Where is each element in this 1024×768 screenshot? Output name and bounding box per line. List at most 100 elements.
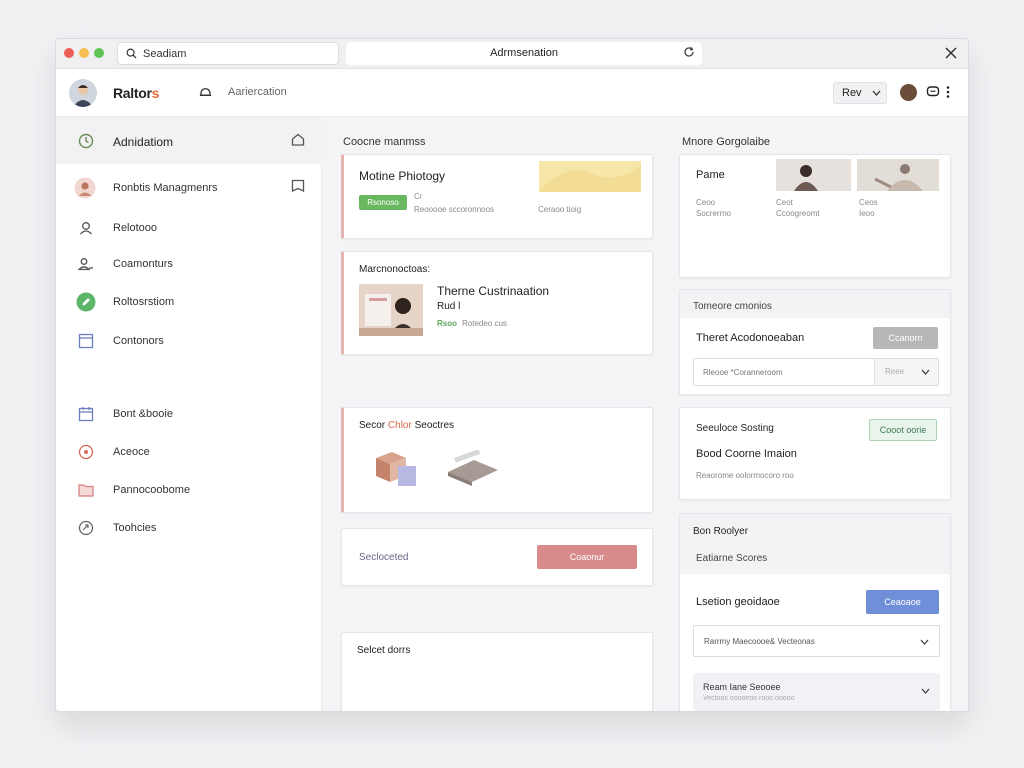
sidebar-item-8[interactable]: Pannocoobome xyxy=(56,483,322,523)
close-icon[interactable] xyxy=(944,46,958,60)
template-input[interactable]: Rleooe *Coranneroom Reee xyxy=(693,358,939,386)
card-heading: Seeuloce Sosting xyxy=(696,423,774,434)
card-label: Secor Chlor Seoctres xyxy=(359,420,454,431)
right-section-heading: Mnore Gorgolaibe xyxy=(682,136,771,148)
template-input-text: Rleooe *Coranneroom xyxy=(703,368,783,377)
main-content: Coocne manmss Mnore Gorgolaibe Motine Ph… xyxy=(322,117,968,711)
close-window-button[interactable] xyxy=(64,48,74,58)
sidebar-item-label: Pannocoobome xyxy=(113,484,191,496)
sidebar-item-1[interactable]: Ronbtis Managmenrs xyxy=(56,164,322,210)
sidebar-item-7[interactable]: Aceoce xyxy=(56,444,322,485)
calendar-icon xyxy=(78,407,94,422)
sidebar-item-9[interactable]: Toohcies xyxy=(56,520,322,561)
edit-icon xyxy=(76,292,96,312)
app-window: Seadiam Adrmsenation Raltors Aariercatio… xyxy=(55,38,969,712)
card-label: Selcet dorrs xyxy=(357,645,411,656)
user-avatar[interactable] xyxy=(69,79,97,107)
device-illustration xyxy=(448,450,498,486)
card-title: Theret Acodonoeaban xyxy=(696,332,805,344)
template-card: Tomeore cmonios Theret Acodonoeaban Ccan… xyxy=(679,289,951,395)
app-header: Raltors Aariercation Rev xyxy=(56,69,968,117)
card-label-rest: Seoctres xyxy=(414,420,455,431)
gallery-title: Pame xyxy=(696,169,725,181)
tag-icon xyxy=(78,520,94,536)
status-badge: Rsoo xyxy=(437,319,457,328)
card-label-accent: Chlor xyxy=(387,420,412,431)
target-icon xyxy=(78,444,94,460)
gallery-image-1 xyxy=(776,159,851,191)
sidebar-item-label: Adnidatiom xyxy=(113,135,174,149)
gallery-col-b: Ccoogreomt xyxy=(776,209,820,218)
sidebar-item-2[interactable]: Relotooo xyxy=(56,210,322,246)
team-select-subtitle: Vectoos ooooeoo rooo ooooo xyxy=(703,695,795,702)
sidebar-item-label: Aceoce xyxy=(113,446,150,458)
clock-icon xyxy=(78,133,94,149)
sidebar-item-label: Toohcies xyxy=(113,522,157,534)
more-options-icon[interactable] xyxy=(945,85,951,99)
sidebar-item-3[interactable]: Coamonturs xyxy=(56,246,322,283)
gallery-col-b: Socrerrno xyxy=(696,209,732,218)
search-text: Seadiam xyxy=(143,47,187,60)
home-icon[interactable] xyxy=(290,132,306,148)
maximize-window-button[interactable] xyxy=(94,48,104,58)
template-select[interactable]: Reee xyxy=(874,359,938,385)
notification-icon[interactable] xyxy=(198,85,213,100)
course-card-1[interactable]: Motine Phiotogy Rsonoso Cr Reooooe sccor… xyxy=(341,154,653,239)
card-subheading: Eatiarne Scores xyxy=(696,553,768,564)
card-subtitle: Rud l xyxy=(437,301,461,312)
brand-name: Raltor xyxy=(113,85,152,101)
bookmark-icon[interactable] xyxy=(290,178,306,194)
role-select[interactable]: Rarrmy Maecoooe& Vecteonas xyxy=(693,625,940,657)
gallery-col-a: Ceos xyxy=(859,198,878,207)
sidebar: Adnidatiom Ronbtis Managmenrs Relotooo C… xyxy=(56,117,322,711)
cover-image xyxy=(539,161,641,192)
minimize-window-button[interactable] xyxy=(79,48,89,58)
people-icon xyxy=(77,258,93,271)
card-title: Motine Phiotogy xyxy=(359,169,446,183)
view-select[interactable]: Rev xyxy=(833,82,887,104)
card-title: Therne Custrinaation xyxy=(437,284,550,298)
apply-button[interactable]: Ceaoaoe xyxy=(866,590,939,614)
course-card-2[interactable]: Marcnonoctoas: Therne Custrinaation Rud … xyxy=(341,251,653,355)
title-bar: Seadiam Adrmsenation xyxy=(56,39,968,69)
sidebar-item-6[interactable]: Bont &booie xyxy=(56,407,322,447)
chevron-down-icon xyxy=(920,639,929,645)
card-heading: Bon Roolyer xyxy=(693,526,749,537)
sidebar-item-label: Relotooo xyxy=(113,222,158,234)
card-header xyxy=(680,514,950,574)
person-icon xyxy=(80,222,92,235)
window-title: Adrmsenation xyxy=(346,42,702,65)
card-title: Bood Coorne Imaion xyxy=(696,448,797,460)
sidebar-item-label: Coamonturs xyxy=(113,258,173,270)
gallery-col-a: Ceot xyxy=(776,198,793,207)
card-meta: Ceraoo tioig xyxy=(538,205,582,214)
box-illustration xyxy=(376,452,416,486)
template-select-value: Reee xyxy=(885,367,905,376)
card-meta: Rotedeo cus xyxy=(462,319,507,328)
sidebar-item-0[interactable]: Adnidatiom xyxy=(56,117,322,164)
gallery-col-a: Ceoo xyxy=(696,198,716,207)
team-select-title: Ream Iane Seooee xyxy=(703,682,781,692)
avatar-image xyxy=(73,85,93,107)
selected-label: Secloceted xyxy=(359,552,409,563)
search-input[interactable]: Seadiam xyxy=(117,42,339,65)
reload-icon[interactable] xyxy=(682,45,696,59)
sidebar-item-label: Bont &booie xyxy=(113,408,173,420)
sidebar-item-4[interactable]: Roltosrstiom xyxy=(56,283,322,321)
sidebar-item-label: Ronbtis Managmenrs xyxy=(113,182,218,194)
select-card: Selcet dorrs xyxy=(341,632,653,711)
confirm-button[interactable]: Ccanorn xyxy=(873,327,938,349)
course-card-3[interactable]: Secor Chlor Seoctres xyxy=(341,407,653,513)
continue-button[interactable]: Coaonur xyxy=(537,545,637,569)
card-label-part: Secor xyxy=(359,420,386,431)
schedule-button[interactable]: Cooot oorie xyxy=(869,419,937,441)
role-select-value: Rarrmy Maecoooe& Vecteonas xyxy=(704,637,815,646)
document-icon xyxy=(78,333,94,349)
sidebar-item-5[interactable]: Contonors xyxy=(56,321,322,361)
card-meta: Reooooe sccoronnoos xyxy=(414,205,495,214)
profile-avatar[interactable] xyxy=(900,84,917,101)
card-meta: Cr xyxy=(414,192,423,201)
team-select[interactable]: Ream Iane Seooee Vectoos ooooeoo rooo oo… xyxy=(693,673,940,711)
brand-logo[interactable]: Raltors xyxy=(113,85,159,101)
chat-icon[interactable] xyxy=(926,85,940,99)
